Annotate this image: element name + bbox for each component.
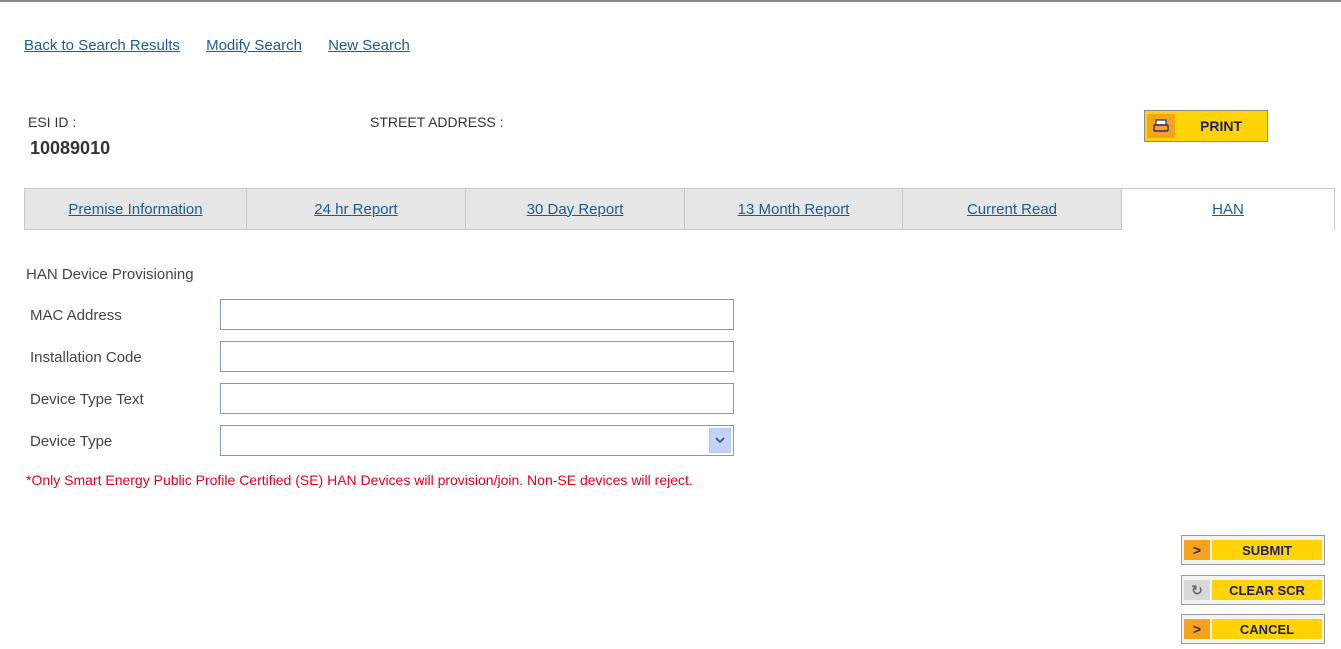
tab-label: HAN	[1212, 201, 1244, 218]
esi-id-value: 10089010	[30, 138, 111, 158]
device-type-text-input[interactable]	[220, 383, 734, 414]
tab-label: 24 hr Report	[314, 200, 398, 218]
installation-code-label: Installation Code	[30, 349, 142, 366]
arrow-right-icon: >	[1184, 619, 1210, 639]
clear-screen-label: CLEAR SCR	[1212, 580, 1322, 600]
mac-address-input[interactable]	[220, 299, 734, 330]
top-divider	[0, 0, 1341, 2]
tab-han[interactable]: HAN	[1121, 188, 1335, 230]
submit-button[interactable]: > SUBMIT	[1181, 535, 1325, 565]
top-navigation: Back to Search Results Modify Search New…	[24, 37, 432, 54]
tab-13-month-report[interactable]: 13 Month Report	[684, 188, 902, 230]
print-label: PRINT	[1177, 114, 1265, 138]
new-search-link[interactable]: New Search	[328, 37, 410, 54]
tab-current-read[interactable]: Current Read	[902, 188, 1121, 230]
printer-icon	[1147, 114, 1175, 138]
print-button[interactable]: PRINT	[1144, 110, 1268, 142]
device-type-label: Device Type	[30, 433, 113, 450]
device-type-text-label: Device Type Text	[30, 391, 144, 408]
street-address-label: STREET ADDRESS :	[370, 114, 504, 130]
tab-24-hr-report[interactable]: 24 hr Report	[246, 188, 465, 230]
cancel-button[interactable]: > CANCEL	[1181, 614, 1325, 644]
cancel-label: CANCEL	[1212, 619, 1322, 639]
report-tabs: Premise Information 24 hr Report 30 Day …	[24, 188, 1335, 231]
tab-label: Premise Information	[68, 200, 203, 218]
device-type-select[interactable]	[220, 425, 734, 456]
se-certification-note: *Only Smart Energy Public Profile Certif…	[26, 472, 693, 488]
section-title: HAN Device Provisioning	[26, 266, 194, 283]
chevron-down-icon[interactable]	[709, 428, 731, 453]
tab-label: 13 Month Report	[737, 200, 850, 218]
clear-screen-button[interactable]: ↻ CLEAR SCR	[1181, 575, 1325, 605]
refresh-icon: ↻	[1184, 580, 1210, 600]
mac-address-label: MAC Address	[30, 307, 122, 324]
tab-30-day-report[interactable]: 30 Day Report	[465, 188, 684, 230]
modify-search-link[interactable]: Modify Search	[206, 37, 302, 54]
tab-label: 30 Day Report	[526, 200, 624, 218]
submit-label: SUBMIT	[1212, 540, 1322, 560]
esi-id-label: ESI ID :	[28, 114, 77, 130]
tab-premise-information[interactable]: Premise Information	[24, 188, 246, 230]
installation-code-input[interactable]	[220, 341, 734, 372]
back-to-search-results-link[interactable]: Back to Search Results	[24, 37, 180, 54]
tab-label: Current Read	[966, 200, 1058, 218]
arrow-right-icon: >	[1184, 540, 1210, 560]
